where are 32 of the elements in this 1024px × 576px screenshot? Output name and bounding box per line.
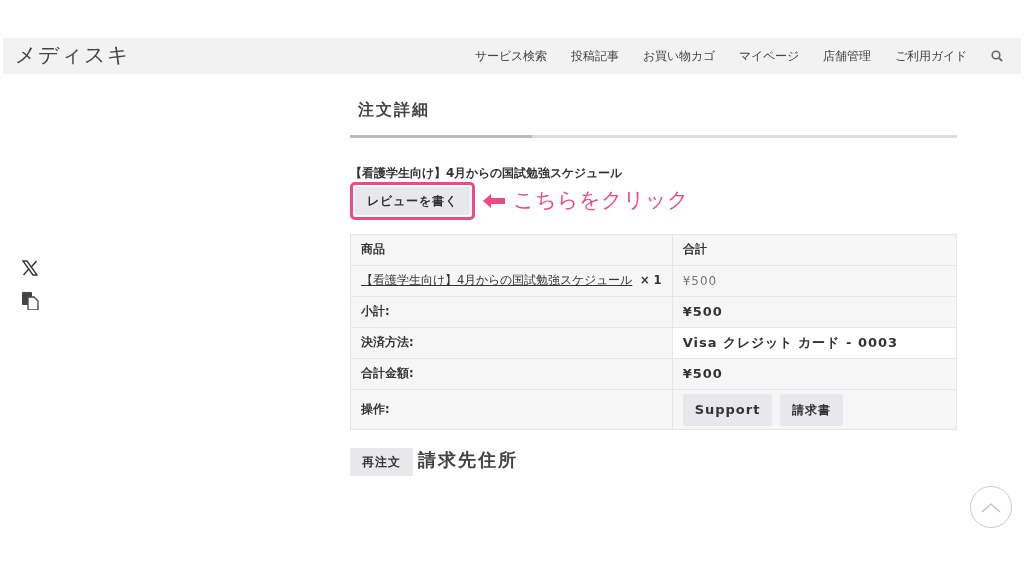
- review-button[interactable]: レビューを書く: [355, 187, 470, 215]
- nav-link[interactable]: ご利用ガイド: [895, 47, 967, 65]
- table-cell: 決済方法:: [350, 327, 673, 359]
- column-header: 合計: [672, 234, 957, 266]
- nav-link[interactable]: マイページ: [739, 47, 799, 65]
- chevron-up-icon: [981, 502, 1001, 513]
- site-logo[interactable]: メディスキ: [15, 40, 130, 72]
- support-button[interactable]: Support: [682, 393, 773, 426]
- x-logo-icon[interactable]: [22, 260, 38, 276]
- table-cell: ¥500: [672, 265, 957, 297]
- arrow-icon: [483, 193, 505, 208]
- copy-icon[interactable]: [22, 292, 39, 310]
- table-cell: Visa クレジット カード - 0003: [672, 327, 957, 359]
- search-icon[interactable]: [991, 50, 1003, 62]
- nav-link[interactable]: 店舗管理: [823, 47, 871, 65]
- table-cell: 操作:: [350, 389, 673, 430]
- quantity-text: × 1: [640, 273, 662, 288]
- column-header: 商品: [350, 234, 673, 266]
- table-cell: ¥500: [672, 296, 957, 328]
- product-title: 【看護学生向け】4月からの国試勉強スケジュール: [350, 166, 624, 181]
- invoice-button[interactable]: 請求書: [780, 393, 844, 426]
- table-cell: 合計金額:: [350, 358, 673, 390]
- reorder-button[interactable]: 再注文: [350, 448, 413, 476]
- nav-link[interactable]: サービス検索: [475, 47, 547, 65]
- nav-link[interactable]: 投稿記事: [571, 47, 619, 65]
- page-title: 注文詳細: [357, 99, 431, 121]
- annotation-text: こちらをクリック: [513, 186, 689, 214]
- table-cell: 小計:: [350, 296, 673, 328]
- section-title: 請求先住所: [418, 448, 519, 472]
- nav-link[interactable]: お買い物カゴ: [643, 47, 715, 65]
- product-link[interactable]: 【看護学生向け】4月からの国試勉強スケジュール: [361, 273, 633, 288]
- table-cell: ¥500: [672, 358, 957, 390]
